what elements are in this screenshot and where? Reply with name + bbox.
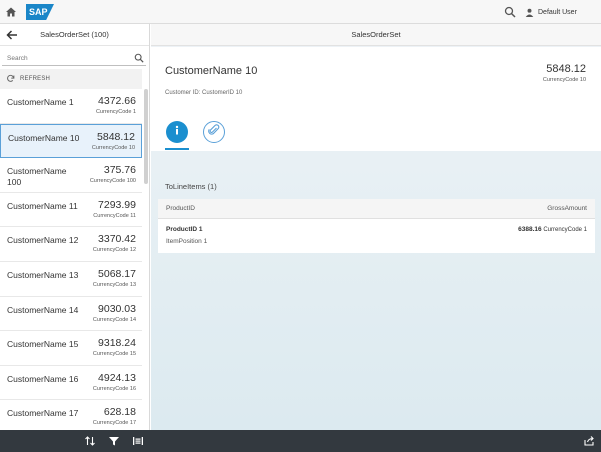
customer-name: CustomerName 14 — [7, 304, 79, 315]
table-row[interactable]: ProductID 1 ItemPosition 1 6388.16 Curre… — [158, 219, 595, 253]
customer-name: CustomerName 13 — [7, 269, 79, 280]
column-header-grossamount: GrossAmount — [547, 205, 587, 212]
customer-name: CustomerName 15 — [7, 339, 79, 350]
list-item[interactable]: CustomerName 100 375.76 CurrencyCode 100 — [0, 158, 142, 193]
detail-header: SalesOrderSet — [151, 24, 601, 46]
column-header-productid: ProductID — [166, 205, 195, 212]
object-title: CustomerName 10 — [165, 65, 258, 77]
group-icon[interactable] — [131, 434, 145, 448]
amount: 5068.17 — [98, 267, 136, 280]
amount: 3370.42 — [98, 233, 136, 246]
amount: 4924.13 — [98, 371, 136, 384]
customer-name: CustomerName 100 — [7, 166, 67, 188]
gross-amount-currency: CurrencyCode 1 — [543, 227, 587, 233]
filter-icon[interactable] — [107, 434, 121, 448]
currency-code: CurrencyCode 13 — [92, 281, 136, 288]
amount: 9030.03 — [98, 302, 136, 315]
amount: 5848.12 — [97, 130, 135, 143]
object-header: CustomerName 10 5848.12 CurrencyCode 10 … — [151, 47, 601, 151]
search-input[interactable] — [7, 52, 127, 64]
user-icon — [524, 7, 534, 17]
currency-code: CurrencyCode 17 — [92, 420, 136, 427]
search-icon[interactable] — [502, 4, 518, 20]
list-item[interactable]: CustomerName 16 4924.13 CurrencyCode 16 — [0, 365, 142, 401]
customer-name: CustomerName 17 — [7, 408, 79, 419]
sort-icon[interactable] — [83, 434, 97, 448]
object-currency: CurrencyCode 10 — [542, 77, 586, 83]
share-icon[interactable] — [582, 434, 596, 448]
customer-name: CustomerName 1 — [7, 97, 74, 107]
detail-panel: SalesOrderSet CustomerName 10 5848.12 Cu… — [151, 24, 601, 430]
list-item[interactable]: CustomerName 15 9318.24 CurrencyCode 15 — [0, 331, 142, 366]
list-item[interactable]: CustomerName 1 4372.66 CurrencyCode 1 — [0, 89, 142, 124]
sap-logo: SAP — [26, 4, 54, 20]
list-item[interactable]: CustomerName 12 3370.42 CurrencyCode 12 — [0, 227, 142, 262]
user-menu[interactable]: Default User — [524, 4, 577, 20]
product-id: ProductID 1 — [166, 226, 203, 233]
user-name: Default User — [538, 8, 577, 16]
customer-name: CustomerName 10 — [8, 132, 80, 143]
currency-code: CurrencyCode 12 — [92, 247, 136, 254]
footer-toolbar — [0, 430, 601, 452]
gross-amount: 6388.16 CurrencyCode 1 — [518, 226, 587, 233]
page-title: SalesOrderSet — [351, 30, 401, 39]
currency-code: CurrencyCode 11 — [93, 212, 136, 219]
tab-attachments[interactable] — [203, 121, 225, 143]
currency-code: CurrencyCode 100 — [89, 178, 136, 185]
currency-code: CurrencyCode 15 — [92, 351, 136, 358]
refresh-icon — [6, 70, 15, 88]
master-header: SalesOrderSet (100) — [0, 24, 149, 46]
currency-code: CurrencyCode 1 — [95, 109, 136, 115]
info-icon — [171, 123, 183, 141]
line-items-title: ToLineItems (1) — [165, 182, 217, 191]
list-item[interactable]: CustomerName 14 9030.03 CurrencyCode 14 — [0, 296, 142, 332]
list-item[interactable]: CustomerName 11 7293.99 CurrencyCode 11 — [0, 192, 142, 228]
currency-code: CurrencyCode 10 — [91, 144, 135, 151]
home-icon[interactable] — [2, 3, 20, 21]
search-icon[interactable] — [133, 52, 144, 63]
paperclip-icon — [208, 123, 220, 141]
amount: 375.76 — [103, 164, 136, 177]
amount: 4372.66 — [98, 95, 136, 107]
list-item[interactable]: CustomerName 13 5068.17 CurrencyCode 13 — [0, 261, 142, 297]
line-items-table: ProductID GrossAmount ProductID 1 ItemPo… — [158, 199, 595, 253]
sales-order-list: CustomerName 1 4372.66 CurrencyCode 1 Cu… — [0, 89, 142, 435]
object-amount: 5848.12 — [546, 63, 586, 75]
amount: 9318.24 — [98, 337, 136, 350]
shell-header: SAP Default User — [0, 0, 601, 24]
amount: 7293.99 — [98, 198, 136, 211]
list-scrollbar[interactable] — [144, 89, 148, 184]
item-position: ItemPosition 1 — [166, 238, 208, 245]
customer-name: CustomerName 12 — [7, 235, 79, 246]
selected-tab-indicator — [165, 148, 189, 150]
refresh-label: REFRESH — [20, 76, 51, 82]
currency-code: CurrencyCode 16 — [92, 385, 136, 392]
gross-amount-value: 6388.16 — [518, 226, 542, 233]
search-field — [2, 50, 146, 66]
table-header: ProductID GrossAmount — [158, 199, 595, 219]
currency-code: CurrencyCode 14 — [92, 316, 136, 323]
customer-id-attribute: Customer ID: CustomerID 10 — [165, 90, 243, 96]
tab-info[interactable] — [166, 121, 188, 143]
amount: 628.18 — [103, 406, 136, 419]
customer-name: CustomerName 16 — [7, 373, 79, 384]
list-item[interactable]: CustomerName 10 5848.12 CurrencyCode 10 — [0, 123, 142, 159]
refresh-button[interactable]: REFRESH — [0, 69, 142, 89]
master-panel: SalesOrderSet (100) REFRESH CustomerName… — [0, 24, 150, 435]
customer-name: CustomerName 11 — [7, 200, 78, 211]
master-title: SalesOrderSet (100) — [40, 30, 109, 39]
